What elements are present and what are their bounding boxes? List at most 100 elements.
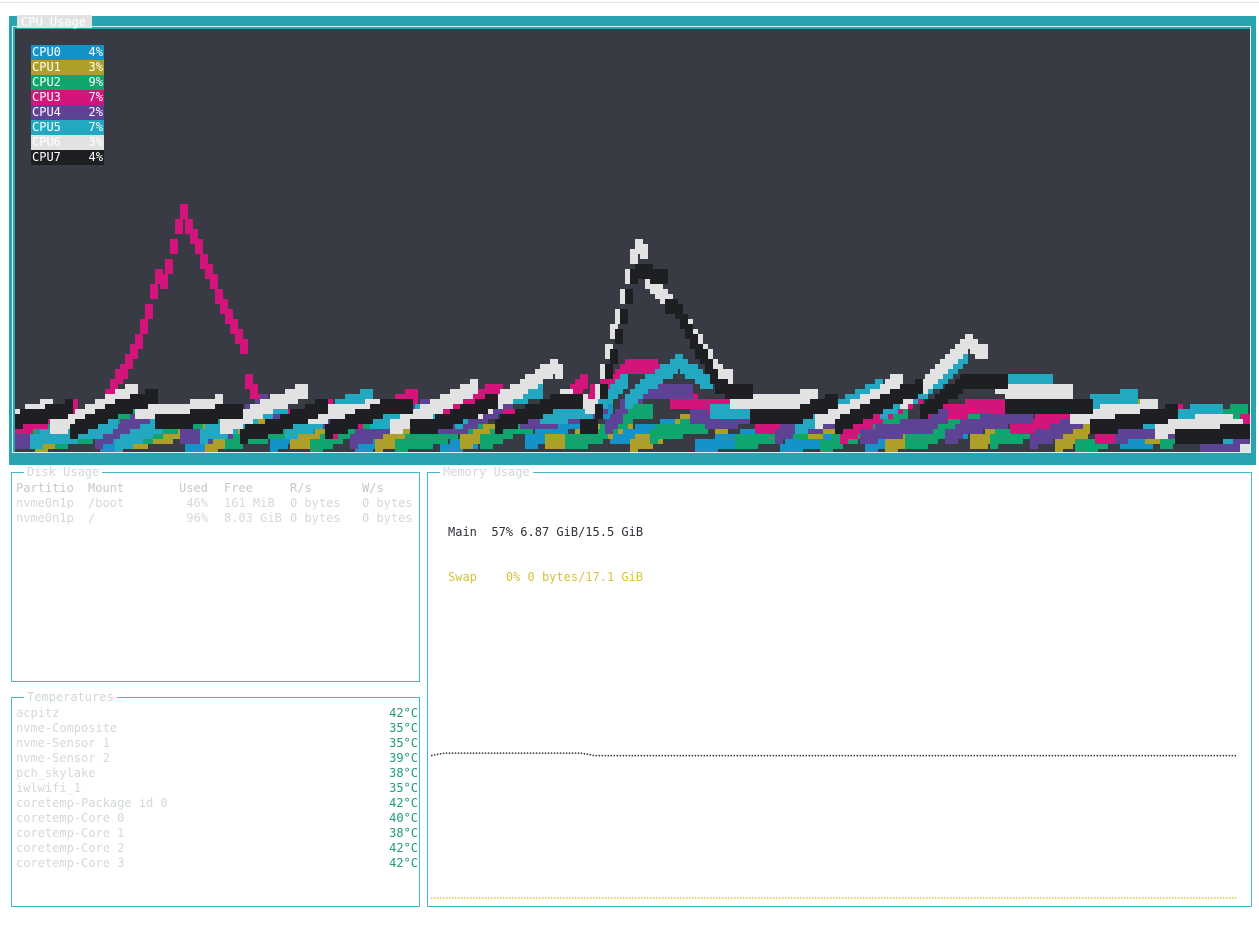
legend-value: 3% [88,60,103,74]
series-point [915,379,923,394]
series-point [150,284,158,299]
sensor-value: 42°C [389,796,418,810]
memory-main-line: Main 57% 6.87 GiB/15.5 GiB [448,525,643,540]
disk-table-header: Partitio Mount Used Free R/s W/s [16,481,418,496]
cell-write: 0 bytes [362,511,413,525]
legend-item-cpu5: CPU5 7% [31,120,104,135]
col-write: W/s [362,481,384,495]
temperatures-panel-title: Temperatures [24,690,117,704]
cpu-usage-chart [15,204,1250,452]
legend-label: CPU2 [32,75,61,89]
col-partition: Partitio [16,481,74,495]
sensor-name: nvme-Sensor 1 [16,736,110,750]
memory-panel-title: Memory Usage [440,465,533,479]
sensor-name: nvme-Sensor 2 [16,751,110,765]
cpu-panel-title: CPU Usage [17,15,93,29]
list-item: coretemp-Core 3 42°C [16,856,418,871]
temperatures-panel: Temperatures acpitz 42°C nvme-Composite 35… [11,690,420,907]
series-point [595,404,603,419]
series-point [135,334,143,349]
sensor-value: 38°C [389,826,418,840]
series-point [615,329,623,344]
series-point [145,304,153,319]
series-point [600,384,608,399]
swap-label: Swap [448,570,477,584]
series-point [640,244,648,259]
col-free: Free [224,481,253,495]
series-point [605,364,613,379]
series-point [1065,384,1073,399]
series-point [300,384,308,399]
legend-value: 2% [88,105,103,119]
col-mount: Mount [88,481,125,495]
sensor-value: 42°C [389,706,418,720]
series-point [175,219,183,234]
memory-swap-line: Swap 0% 0 bytes/17.1 GiB [448,570,643,585]
main-detail: 6.87 GiB/15.5 GiB [520,525,644,539]
cell-used: 96% [186,511,208,525]
cell-partition: nvme0n1p [16,496,74,510]
cpu-legend: CPU0 4% CPU1 3% CPU2 9% CPU3 7% CPU4 2% CPU5 7… [31,45,104,165]
series-point [745,384,753,399]
sensor-name: acpitz [16,706,60,720]
series-point [320,399,328,414]
series-point [470,379,478,394]
memory-usage-panel: Memory Usage Main 57% 6.87 GiB/15.5 GiB … [427,465,1252,907]
series-point [580,374,588,389]
series-point [240,339,248,354]
list-item: acpitz 42°C [16,706,418,721]
legend-label: CPU1 [32,60,61,74]
sensor-name: coretemp-Core 0 [16,811,125,825]
list-item: coretemp-Package id 0 42°C [16,796,418,811]
series-point [1245,444,1250,452]
series-point [160,274,168,289]
list-item: pch_skylake 38°C [16,766,418,781]
sensor-name: coretemp-Core 2 [16,841,125,855]
legend-item-cpu4: CPU4 2% [31,105,104,120]
sensor-name: nvme-Composite [16,721,118,735]
list-item: nvme-Sensor 2 39°C [16,751,418,766]
legend-item-cpu3: CPU3 7% [31,90,104,105]
list-item: coretemp-Core 1 38°C [16,826,418,841]
cell-write: 0 bytes [362,496,413,510]
series-point [575,394,583,409]
swap-detail: 0 bytes/17.1 GiB [527,570,644,584]
table-row[interactable]: nvme0n1p /boot 46% 161 MiB 0 bytes 0 byt… [16,496,418,511]
memory-usage-chart [431,752,1236,899]
legend-label: CPU5 [32,120,61,134]
series-point [660,269,668,284]
sensor-name: coretemp-Core 1 [16,826,125,840]
cell-read: 0 bytes [290,511,341,525]
legend-item-cpu7: CPU7 4% [31,150,104,165]
list-item: nvme-Sensor 1 35°C [16,736,418,751]
series-point [980,344,988,359]
series-point [1085,399,1093,414]
legend-label: CPU6 [32,135,61,149]
legend-value: 4% [88,150,103,164]
series-point [645,404,653,419]
sensor-value: 40°C [389,811,418,825]
sensor-value: 35°C [389,736,418,750]
legend-label: CPU0 [32,45,61,59]
series-point [1170,404,1178,419]
main-label: Main [448,525,477,539]
series-point [830,394,838,409]
series-point [210,274,218,289]
sensor-name: coretemp-Core 3 [16,856,125,870]
legend-value: 4% [88,45,103,59]
series-point [555,364,563,379]
legend-item-cpu1: CPU1 3% [31,60,104,75]
sensor-value: 42°C [389,856,418,870]
swap-percent: 0% [505,570,521,584]
temperature-list: acpitz 42°C nvme-Composite 35°C nvme-Senso… [16,706,418,871]
memory-legend: Main 57% 6.87 GiB/15.5 GiB Swap 0% 0 byt… [448,495,643,615]
legend-value: 3% [88,135,103,149]
legend-item-cpu6: CPU6 3% [31,135,104,150]
table-row[interactable]: nvme0n1p / 96% 8.03 GiB 0 bytes 0 bytes [16,511,418,526]
legend-value: 9% [88,75,103,89]
window-top-divider [0,2,1259,3]
series-point [1245,424,1250,439]
disk-panel-title: Disk Usage [24,465,103,479]
main-percent: 57% [491,525,514,539]
series-point [1000,374,1008,389]
